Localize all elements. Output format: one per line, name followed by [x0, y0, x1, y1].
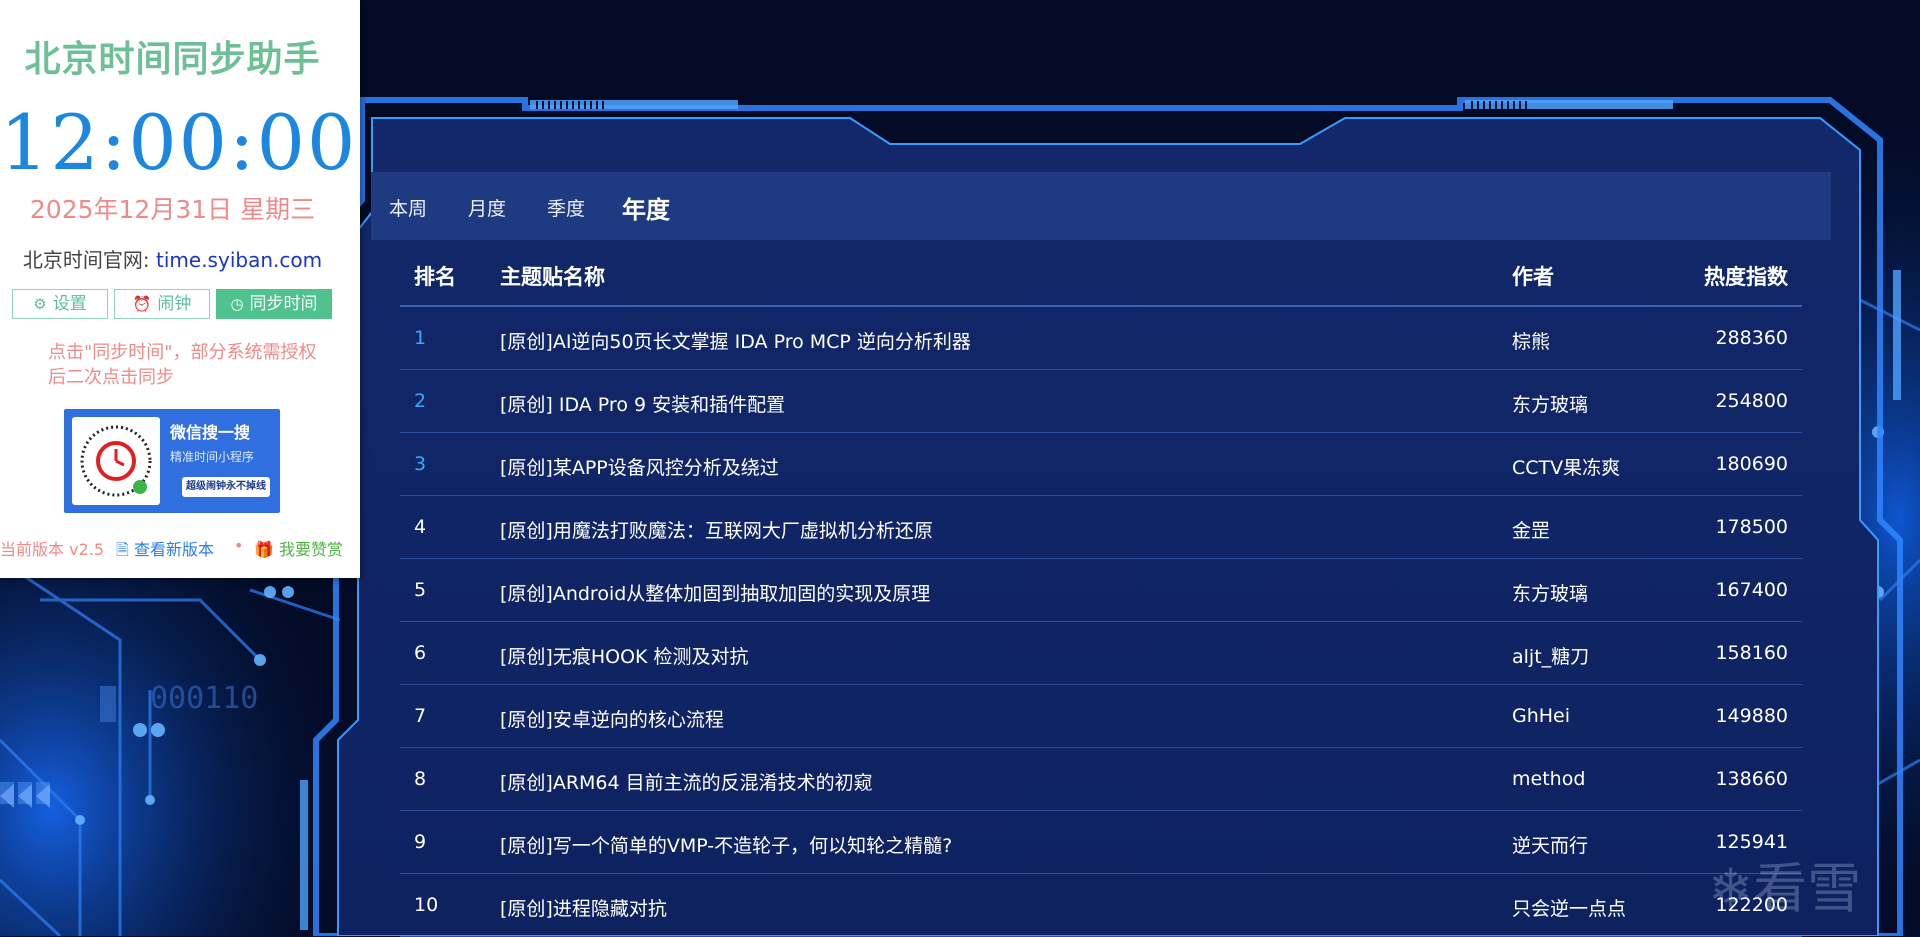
row-rank: 10 [414, 894, 439, 916]
row-author[interactable]: 东方玻璃 [1512, 579, 1588, 606]
row-rank: 3 [414, 453, 427, 475]
svg-text:000110: 000110 [150, 681, 258, 716]
table-row[interactable]: 1 [原创]AI逆向50页长文掌握 IDA Pro MCP 逆向分析利器 棕熊 … [400, 307, 1802, 370]
clock-widget: 北京时间同步助手 12:00:00 2025年12月31日 星期三 北京时间官网… [0, 0, 360, 578]
period-tabs: 本周 月度 季度 年度 [371, 172, 1831, 240]
qr-code-icon [80, 425, 152, 497]
row-title-link[interactable]: [原创]某APP设备风控分析及绕过 [500, 453, 779, 480]
row-author[interactable]: GhHei [1512, 705, 1570, 727]
table-row[interactable]: 7 [原创]安卓逆向的核心流程 GhHei 149880 [400, 685, 1802, 748]
row-heat: 288360 [1715, 327, 1788, 349]
row-rank: 6 [414, 642, 427, 664]
alarm-button[interactable]: ⏰ 闹钟 [114, 289, 210, 319]
table-row[interactable]: 8 [原创]ARM64 目前主流的反混淆技术的初窥 method 138660 [400, 748, 1802, 811]
ranking-table: 排名 主题贴名称 作者 热度指数 1 [原创]AI逆向50页长文掌握 IDA P… [400, 243, 1802, 937]
header-heat: 热度指数 [1704, 265, 1788, 289]
row-author[interactable]: method [1512, 768, 1585, 790]
row-rank: 9 [414, 831, 427, 853]
settings-label: 设置 [52, 294, 87, 314]
header-rank: 排名 [414, 265, 456, 289]
row-rank: 1 [414, 327, 427, 349]
watermark-text: 看雪 [1753, 857, 1862, 920]
clock-icon: ◷ [230, 295, 244, 313]
qr-code [72, 417, 160, 505]
tab-season[interactable]: 季度 [547, 194, 585, 221]
tab-week[interactable]: 本周 [389, 194, 427, 221]
version-label: 当前版本 v2.5 [0, 540, 105, 559]
snowflake-icon: ❄ [1708, 857, 1754, 920]
row-title-link[interactable]: [原创]无痕HOOK 检测及对抗 [500, 642, 749, 669]
official-site-label: 北京时间官网: [22, 248, 157, 272]
document-icon: 🗎 [116, 540, 134, 559]
clock-title: 北京时间同步助手 [24, 39, 321, 80]
row-title-link[interactable]: [原创]安卓逆向的核心流程 [500, 705, 724, 732]
table-row[interactable]: 3 [原创]某APP设备风控分析及绕过 CCTV果冻爽 180690 [400, 433, 1802, 496]
row-heat: 254800 [1715, 390, 1788, 412]
row-rank: 2 [414, 390, 427, 412]
qr-title: 微信搜一搜 [170, 423, 251, 442]
gear-icon: ⚙ [33, 295, 47, 313]
row-author[interactable]: 逆天而行 [1512, 831, 1588, 858]
row-heat: 180690 [1715, 453, 1788, 475]
table-row[interactable]: 5 [原创]Android从整体加固到抽取加固的实现及原理 东方玻璃 16740… [400, 559, 1802, 622]
row-rank: 7 [414, 705, 427, 727]
qr-badge: 超级闹钟永不掉线 [182, 477, 270, 497]
clock-date: 2025年12月31日 星期三 [29, 195, 316, 224]
clock-time: 12:00:00 [0, 98, 358, 187]
row-title-link[interactable]: [原创]ARM64 目前主流的反混淆技术的初窥 [500, 768, 873, 795]
qr-subtitle: 精准时间小程序 [170, 450, 255, 464]
row-heat: 149880 [1715, 705, 1788, 727]
sync-label: 同步时间 [249, 294, 318, 314]
official-site-link[interactable]: time.syiban.com [156, 248, 322, 272]
settings-button[interactable]: ⚙ 设置 [12, 289, 108, 319]
sync-time-button[interactable]: ◷ 同步时间 [216, 289, 332, 319]
row-title-link[interactable]: [原创]写一个简单的VMP-不造轮子，何以知轮之精髓? [500, 831, 952, 858]
row-author[interactable]: 东方玻璃 [1512, 390, 1588, 417]
row-rank: 8 [414, 768, 427, 790]
row-title-link[interactable]: [原创]Android从整体加固到抽取加固的实现及原理 [500, 579, 930, 606]
separator-dot: • [234, 536, 244, 555]
row-heat: 178500 [1715, 516, 1788, 538]
row-author[interactable]: 棕熊 [1512, 327, 1550, 354]
gift-icon: 🎁 [254, 540, 280, 559]
table-row[interactable]: 9 [原创]写一个简单的VMP-不造轮子，何以知轮之精髓? 逆天而行 12594… [400, 811, 1802, 874]
alarm-label: 闹钟 [157, 294, 192, 314]
table-header: 排名 主题贴名称 作者 热度指数 [400, 243, 1802, 307]
table-row[interactable]: 6 [原创]无痕HOOK 检测及对抗 aljt_糖刀 158160 [400, 622, 1802, 685]
new-version-label: 查看新版本 [133, 540, 214, 559]
row-author[interactable]: 只会逆一点点 [1512, 894, 1626, 921]
row-title-link[interactable]: [原创]AI逆向50页长文掌握 IDA Pro MCP 逆向分析利器 [500, 327, 971, 354]
row-author[interactable]: 金罡 [1512, 516, 1550, 543]
row-heat: 158160 [1715, 642, 1788, 664]
row-heat: 167400 [1715, 579, 1788, 601]
new-version-link[interactable]: 🗎 查看新版本 [116, 536, 214, 566]
row-title-link[interactable]: [原创] IDA Pro 9 安装和插件配置 [500, 390, 785, 417]
row-title-link[interactable]: [原创]进程隐藏对抗 [500, 894, 667, 921]
donate-link[interactable]: 🎁 我要赞赏 [254, 536, 343, 560]
row-rank: 4 [414, 516, 427, 538]
header-title: 主题贴名称 [500, 265, 605, 289]
kanxue-watermark: ❄看雪 [1708, 844, 1861, 923]
row-author[interactable]: aljt_糖刀 [1512, 642, 1589, 669]
table-row[interactable]: 4 [原创]用魔法打败魔法：互联网大厂虚拟机分析还原 金罡 178500 [400, 496, 1802, 559]
row-author[interactable]: CCTV果冻爽 [1512, 453, 1620, 480]
tab-month[interactable]: 月度 [468, 194, 506, 221]
sync-note: 点击"同步时间"，部分系统需授权后二次点击同步 [48, 342, 317, 388]
miniprogram-card[interactable]: 微信搜一搜 精准时间小程序 超级闹钟永不掉线 [64, 409, 280, 513]
donate-label: 我要赞赏 [279, 540, 344, 559]
row-rank: 5 [414, 579, 427, 601]
table-row[interactable]: 2 [原创] IDA Pro 9 安装和插件配置 东方玻璃 254800 [400, 370, 1802, 433]
header-author: 作者 [1512, 265, 1554, 289]
table-row[interactable]: 10 [原创]进程隐藏对抗 只会逆一点点 122200 [400, 874, 1802, 937]
row-heat: 138660 [1715, 768, 1788, 790]
official-site-line: 北京时间官网: time.syiban.com [0, 244, 345, 273]
tab-year[interactable]: 年度 [622, 190, 670, 225]
alarm-clock-icon: ⏰ [132, 295, 152, 313]
row-title-link[interactable]: [原创]用魔法打败魔法：互联网大厂虚拟机分析还原 [500, 516, 933, 543]
